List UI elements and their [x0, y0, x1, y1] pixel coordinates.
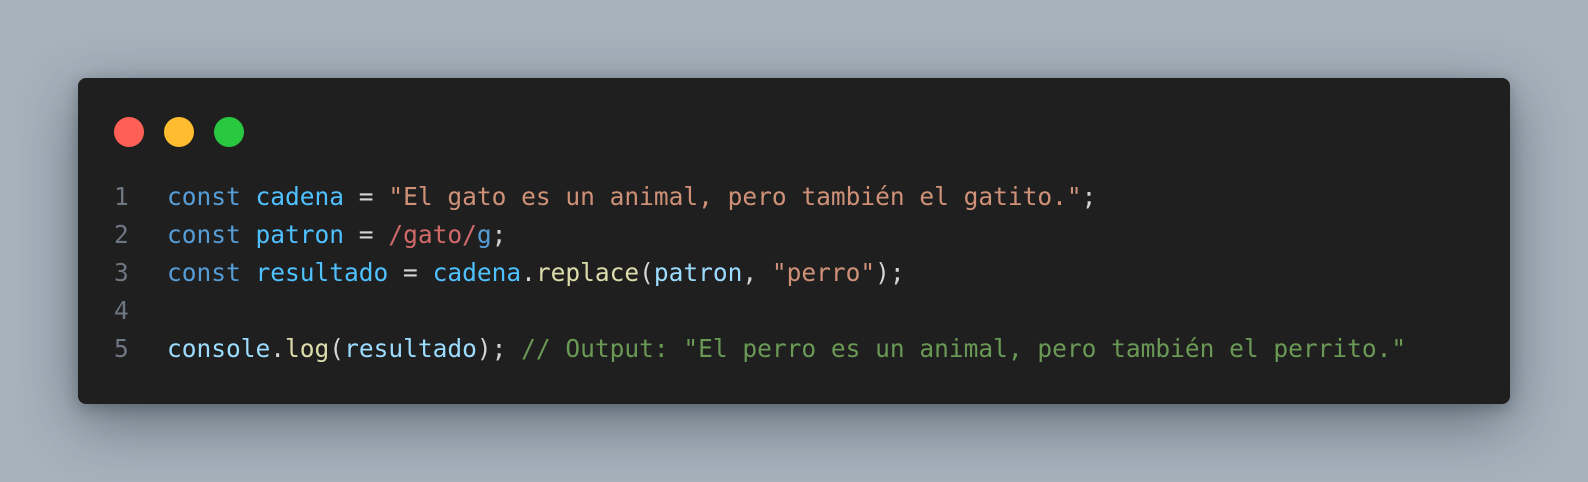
identifier-token: patron [653, 258, 743, 287]
minimize-dot-icon[interactable] [164, 117, 194, 147]
string-token: "El gato es un animal, pero también el g… [388, 182, 1082, 211]
punctuation-token: ; [491, 220, 507, 249]
window-controls [114, 117, 244, 147]
line-number: 4 [114, 296, 129, 325]
code-line: 1 const cadena = "El gato es un animal, … [114, 178, 1490, 216]
maximize-dot-icon[interactable] [214, 117, 244, 147]
variable-token: resultado [255, 258, 389, 287]
keyword-token: const [167, 258, 241, 287]
identifier-token: resultado [344, 334, 477, 363]
string-token: "perro" [771, 258, 876, 287]
keyword-token: const [167, 220, 241, 249]
regex-token: /gato/ [388, 220, 477, 249]
code-block: 1 const cadena = "El gato es un animal, … [114, 178, 1490, 368]
punctuation-token: ; [1081, 182, 1097, 211]
code-window: 1 const cadena = "El gato es un animal, … [78, 78, 1510, 404]
code-line: 2 const patron = /gato/g; [114, 216, 1490, 254]
close-dot-icon[interactable] [114, 117, 144, 147]
line-number: 5 [114, 334, 129, 363]
punctuation-token: , [742, 258, 772, 287]
line-number: 2 [114, 220, 129, 249]
variable-token: patron [255, 220, 345, 249]
operator-token: = [344, 182, 389, 211]
identifier-token: console [167, 334, 271, 363]
comment-token: // Output: "El perro es un animal, pero … [521, 334, 1407, 363]
function-token: log [285, 334, 330, 363]
regex-flag-token: g [476, 220, 492, 249]
code-line-content: const cadena = "El gato es un animal, pe… [167, 178, 1096, 216]
variable-token: cadena [255, 182, 345, 211]
operator-token: = [388, 258, 433, 287]
line-number: 1 [114, 182, 129, 211]
code-line-content: const resultado = cadena.replace(patron,… [167, 254, 905, 292]
punctuation-token: ); [875, 258, 905, 287]
punctuation-token: . [270, 334, 286, 363]
punctuation-token: ( [639, 258, 654, 287]
code-line: 4 [114, 292, 1490, 330]
keyword-token: const [167, 182, 241, 211]
punctuation-token: . [521, 258, 536, 287]
code-line-content: const patron = /gato/g; [167, 216, 506, 254]
punctuation-token: ( [329, 334, 345, 363]
code-line: 3 const resultado = cadena.replace(patro… [114, 254, 1490, 292]
variable-token: cadena [432, 258, 522, 287]
punctuation-token: ); [476, 334, 522, 363]
line-number: 3 [114, 258, 129, 287]
code-line: 5 console.log(resultado); // Output: "El… [114, 330, 1490, 368]
code-line-content: console.log(resultado); // Output: "El p… [167, 330, 1406, 368]
function-token: replace [535, 258, 640, 287]
operator-token: = [344, 220, 389, 249]
